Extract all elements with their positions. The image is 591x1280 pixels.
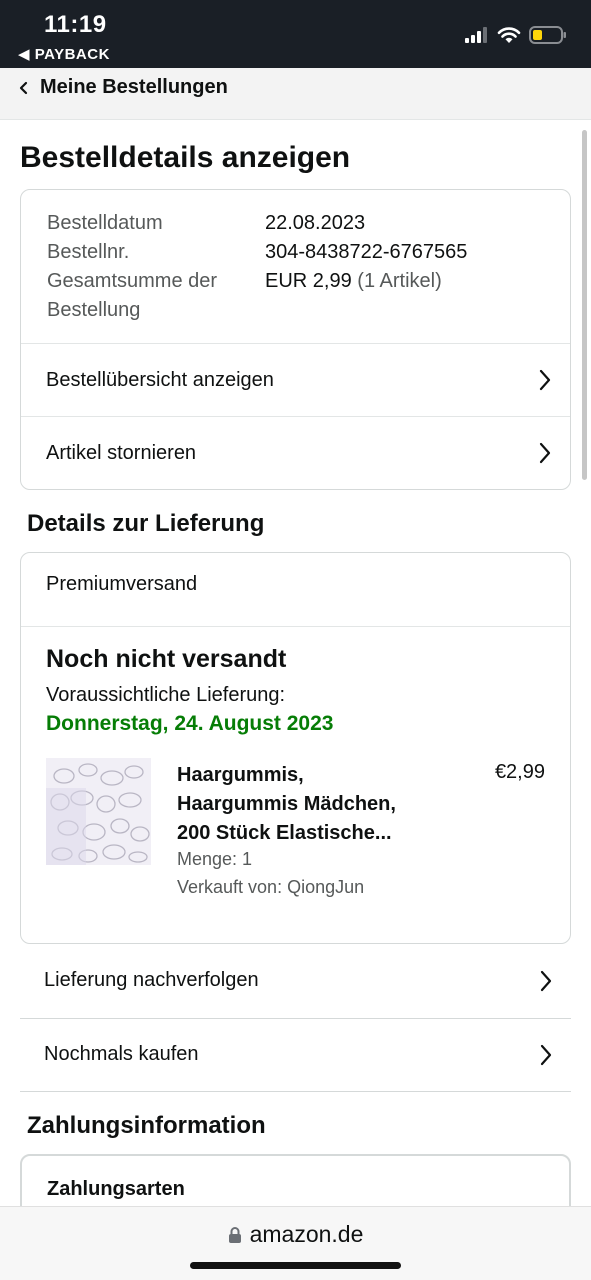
payment-section-title: Zahlungsinformation (27, 1112, 266, 1139)
back-app-label: PAYBACK (34, 46, 110, 63)
signal-icon (465, 27, 487, 43)
battery-icon (529, 26, 566, 44)
hair-ties-image (46, 758, 151, 865)
product-title-line: 200 Stück Elastische... (177, 822, 392, 844)
chevron-right-icon (540, 970, 552, 991)
order-date-label: Bestelldatum (47, 212, 163, 234)
back-to-app-link[interactable]: ◀ PAYBACK (18, 45, 110, 63)
view-order-summary-row[interactable]: Bestellübersicht anzeigen (21, 344, 570, 416)
product-thumbnail[interactable] (46, 758, 151, 865)
delivery-card: Premiumversand Noch nicht versandt Vorau… (20, 552, 571, 944)
order-number-value: 304-8438722-6767565 (265, 241, 468, 263)
browser-bottom-bar: amazon.de (0, 1206, 591, 1280)
product-price: €2,99 (494, 761, 545, 783)
order-item-count: (1 Artikel) (357, 270, 442, 292)
lock-icon (228, 1226, 241, 1243)
status-bar: 11:19 ◀ PAYBACK (0, 0, 591, 68)
order-total-value: EUR 2,99 (1 Artikel) (265, 267, 442, 296)
url-text: amazon.de (249, 1221, 364, 1247)
divider (21, 626, 570, 627)
wifi-icon (497, 27, 521, 43)
product-title-line: Haargummis Mädchen, (177, 793, 396, 815)
order-total-amount: EUR 2,99 (265, 270, 352, 292)
delivery-section-title: Details zur Lieferung (27, 510, 265, 537)
chevron-right-icon (540, 1044, 552, 1065)
product-seller: Verkauft von: QiongJun (177, 877, 365, 897)
track-package-label: Lieferung nachverfolgen (44, 969, 259, 991)
status-icons (465, 22, 567, 48)
top-nav: Meine Bestellungen (0, 68, 591, 120)
track-package-row[interactable]: Lieferung nachverfolgen (20, 944, 571, 1017)
order-summary-card: Bestelldatum 22.08.2023 Bestellnr. 304-8… (20, 189, 571, 490)
delivery-eta-date: Donnerstag, 24. August 2023 (46, 712, 334, 735)
shipment-status: Noch nicht versandt (46, 645, 287, 673)
view-order-summary-label: Bestellübersicht anzeigen (46, 368, 274, 391)
order-total-label-line1: Gesamtsumme der (47, 270, 218, 292)
address-bar[interactable]: amazon.de (0, 1221, 591, 1248)
product-quantity: Menge: 1 (177, 849, 253, 869)
home-indicator[interactable] (190, 1262, 401, 1269)
divider (20, 1091, 571, 1092)
cancel-items-row[interactable]: Artikel stornieren (21, 417, 570, 489)
page-title: Bestelldetails anzeigen (20, 141, 351, 174)
buy-again-row[interactable]: Nochmals kaufen (20, 1018, 571, 1091)
order-date-value: 22.08.2023 (265, 212, 366, 234)
chevron-right-icon (539, 442, 551, 464)
delivery-eta-label: Voraussichtliche Lieferung: (46, 684, 286, 706)
cancel-items-label: Artikel stornieren (46, 441, 197, 464)
order-number-label: Bestellnr. (47, 241, 130, 263)
buy-again-label: Nochmals kaufen (44, 1043, 199, 1065)
triangle-left-icon: ◀ (18, 46, 31, 63)
chevron-left-icon (19, 81, 28, 94)
back-to-orders-link[interactable]: Meine Bestellungen (18, 76, 228, 99)
scrollbar[interactable] (582, 130, 587, 480)
product-title-line: Haargummis, (177, 764, 304, 786)
back-to-orders-label: Meine Bestellungen (40, 76, 228, 98)
chevron-right-icon (539, 369, 551, 391)
product-title[interactable]: Haargummis, Haargummis Mädchen, 200 Stüc… (177, 761, 447, 848)
shipping-method: Premiumversand (46, 573, 198, 595)
status-time: 11:19 (44, 11, 107, 38)
payment-methods-title: Zahlungsarten (47, 1178, 185, 1200)
order-total-label-line2: Bestellung (47, 299, 141, 321)
